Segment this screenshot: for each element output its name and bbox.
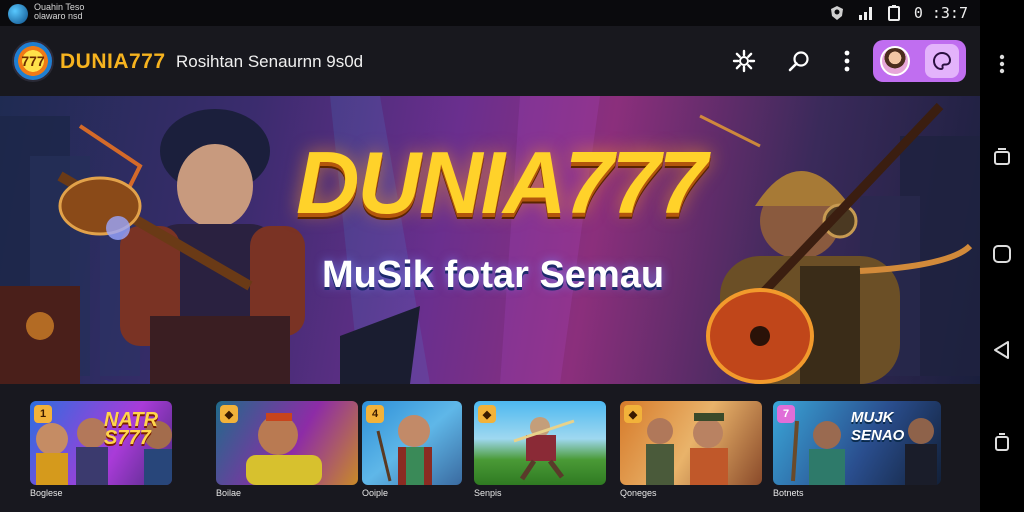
- more-vertical-icon: [999, 54, 1005, 74]
- game-label[interactable]: Boglese: [30, 488, 63, 498]
- game-label[interactable]: Senpis: [474, 488, 502, 498]
- more-vertical-icon: [844, 50, 850, 72]
- game-tag: ◆: [624, 405, 642, 423]
- status-time: 0 :3:7: [913, 4, 968, 22]
- recents-button[interactable]: [990, 145, 1014, 169]
- status-indicators: 0 :3:7: [830, 3, 968, 23]
- game-card[interactable]: ◆: [620, 401, 762, 485]
- recents-icon: [994, 148, 1010, 165]
- location-icon: [830, 3, 844, 23]
- game-card[interactable]: ◆: [474, 401, 606, 485]
- palette-icon: [932, 51, 951, 71]
- system-menu-button[interactable]: [990, 52, 1014, 76]
- overflow-menu-button[interactable]: [832, 46, 862, 76]
- banner-subtitle: MuSik fotar Semau: [322, 254, 665, 296]
- app-screen: Ouahin Teso olawaro nsd 0 :3:7 777 DUNIA…: [0, 0, 980, 512]
- games-row: 1 NATR S777 Boglese ◆ Boilae 4 Ooiple ◆ …: [0, 384, 980, 512]
- game-tag: 4: [366, 405, 384, 423]
- back-icon: [994, 341, 1009, 359]
- overview-icon: [995, 433, 1009, 451]
- signal-icon: [858, 3, 874, 23]
- game-card-caption: MUJK SENAO: [851, 409, 905, 444]
- brand-logo[interactable]: 777: [12, 40, 54, 82]
- banner-title: DUNIA777: [296, 133, 707, 232]
- game-card-caption: NATR S777: [104, 409, 159, 449]
- game-tag: ◆: [220, 405, 238, 423]
- hero-banner[interactable]: DUNIA777 MuSik fotar Semau: [0, 96, 980, 384]
- gear-icon: [732, 49, 756, 73]
- game-card[interactable]: 7 MUJK SENAO: [773, 401, 941, 485]
- overview-button[interactable]: [990, 430, 1014, 454]
- page-title: Rosihtan Senaurnn 9s0d: [176, 52, 364, 71]
- theme-toggle-button[interactable]: [924, 44, 959, 78]
- game-card[interactable]: ◆: [216, 401, 358, 485]
- game-tag: ◆: [478, 405, 496, 423]
- home-button[interactable]: [990, 242, 1014, 266]
- system-nav-bar: [980, 0, 1024, 512]
- back-button[interactable]: [990, 338, 1014, 362]
- game-tag: 7: [777, 405, 795, 423]
- app-header: 777 DUNIA777 Rosihtan Senaurnn 9s0d: [0, 26, 980, 96]
- game-label[interactable]: Qoneges: [620, 488, 657, 498]
- game-card[interactable]: 1 NATR S777: [30, 401, 172, 485]
- game-tag: 1: [34, 405, 52, 423]
- search-icon: [788, 51, 809, 72]
- search-button[interactable]: [784, 46, 814, 76]
- profile-pill[interactable]: [873, 40, 966, 82]
- settings-button[interactable]: [729, 46, 759, 76]
- home-icon: [993, 245, 1011, 263]
- game-label[interactable]: Ooiple: [362, 488, 388, 498]
- app-logo-icon: [8, 4, 28, 24]
- game-label[interactable]: Botnets: [773, 488, 804, 498]
- brand-name[interactable]: DUNIA777: [60, 50, 166, 74]
- status-app-caption: Ouahin Teso olawaro nsd: [34, 2, 85, 21]
- avatar[interactable]: [880, 46, 911, 76]
- game-card[interactable]: 4: [362, 401, 462, 485]
- battery-icon: [887, 3, 900, 23]
- status-bar: Ouahin Teso olawaro nsd 0 :3:7: [0, 0, 980, 26]
- game-label[interactable]: Boilae: [216, 488, 241, 498]
